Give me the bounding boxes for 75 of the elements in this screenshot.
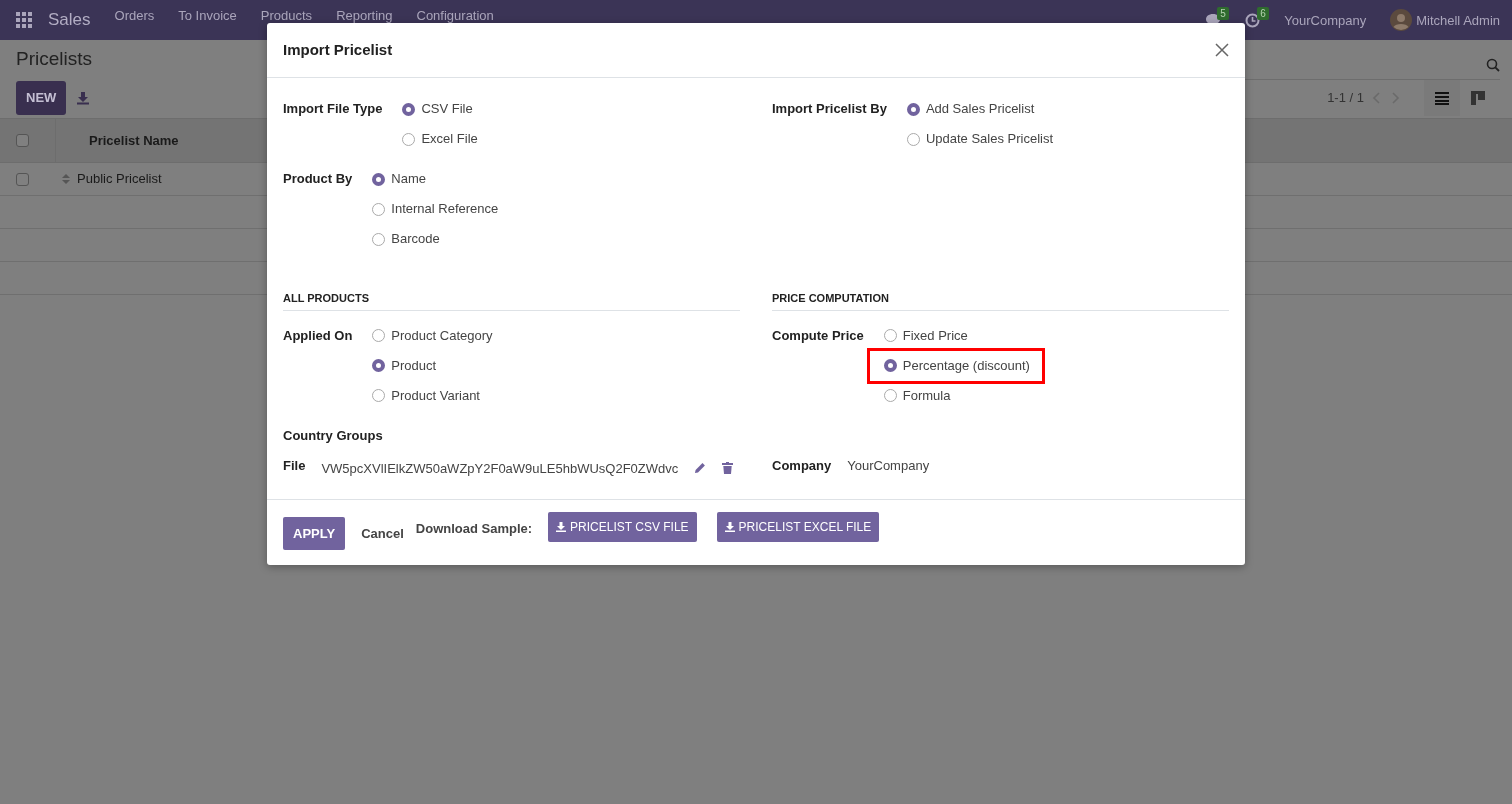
radio-option[interactable]: Excel File	[398, 124, 482, 154]
page-title: Pricelists	[16, 46, 92, 71]
download-icon	[724, 521, 735, 532]
download-icon[interactable]	[76, 91, 91, 105]
section-heading: PRICE COMPUTATION	[772, 290, 1229, 311]
radio-button[interactable]	[883, 389, 897, 402]
radio-button[interactable]	[372, 329, 386, 342]
menu-item[interactable]: Orders	[114, 7, 155, 23]
kanban-view-icon	[1471, 91, 1485, 105]
radio-button[interactable]	[372, 389, 386, 402]
user-name[interactable]: Mitchell Admin	[1416, 12, 1500, 28]
field-label: Compute Price	[772, 326, 864, 345]
column-header[interactable]: Pricelist Name	[89, 130, 179, 151]
table-cell-text: Public Pricelist	[77, 170, 162, 189]
radio-option[interactable]: Internal Reference	[368, 194, 503, 224]
radio-button[interactable]	[372, 359, 386, 372]
activity-count-badge: 6	[1257, 6, 1269, 20]
radio-option[interactable]: Add Sales Pricelist	[902, 94, 1058, 124]
radio-button[interactable]	[402, 102, 416, 116]
radio-option[interactable]: CSV File	[398, 94, 482, 124]
radio-button[interactable]	[883, 329, 897, 342]
new-button[interactable]: NEW	[16, 81, 67, 115]
user-avatar-icon[interactable]	[1390, 9, 1413, 31]
company-switcher[interactable]: YourCompany	[1284, 12, 1367, 28]
radio-button[interactable]	[372, 172, 386, 186]
radio-option[interactable]: Formula	[879, 380, 1042, 411]
download-icon	[556, 521, 567, 532]
field-label: Import File Type	[283, 100, 383, 118]
drag-handle-icon[interactable]	[62, 174, 70, 184]
radio-option[interactable]: Product	[368, 350, 497, 381]
download-sample-button[interactable]: PRICELIST EXCEL FILE	[716, 511, 880, 542]
radio-option[interactable]: Product Variant	[368, 380, 497, 411]
list-view-icon	[1435, 91, 1449, 105]
list-view-button[interactable]	[1424, 80, 1460, 116]
radio-option[interactable]: Name	[368, 164, 503, 194]
field-label: Country Groups	[283, 426, 383, 445]
menu-item[interactable]: Products	[260, 7, 313, 23]
apply-button[interactable]: APPLY	[283, 516, 346, 550]
close-icon[interactable]	[1215, 43, 1229, 57]
radio-button[interactable]	[906, 102, 920, 116]
radio-button[interactable]	[372, 232, 386, 246]
radio-option[interactable]: Barcode	[368, 224, 503, 254]
field-label: Applied On	[283, 326, 353, 345]
field-label: File	[283, 456, 306, 475]
radio-button[interactable]	[402, 132, 416, 146]
download-sample-label: Download Sample:	[415, 519, 533, 538]
radio-button[interactable]	[372, 202, 386, 216]
radio-option[interactable]: Product Category	[368, 320, 497, 351]
file-name: VW5pcXVlIElkZW50aWZpY2F0aW9uLE5hbWUsQ2F0ZWdvc	[321, 459, 679, 478]
radio-button[interactable]	[906, 132, 920, 146]
dialog-title: Import Pricelist	[283, 39, 393, 60]
radio-button[interactable]	[883, 359, 897, 372]
radio-option[interactable]: Fixed Price	[879, 320, 1042, 351]
apps-menu-icon[interactable]	[16, 12, 32, 28]
field-label: Product By	[283, 170, 353, 188]
radio-option[interactable]: Update Sales Pricelist	[902, 124, 1058, 154]
menu-item[interactable]: Reporting	[336, 7, 393, 23]
app-name[interactable]: Sales	[48, 7, 91, 33]
message-count-badge: 5	[1217, 7, 1229, 20]
field-label: Company	[772, 456, 832, 475]
cancel-button[interactable]: Cancel	[361, 523, 404, 543]
menu-item[interactable]: To Invoice	[178, 7, 237, 23]
field-label: Import Pricelist By	[772, 100, 887, 118]
radio-option[interactable]: Percentage (discount)	[869, 350, 1042, 381]
select-all-checkbox[interactable]	[16, 134, 29, 147]
clock-icon[interactable]	[1245, 12, 1261, 28]
field-value: YourCompany	[847, 456, 930, 475]
pencil-icon[interactable]	[694, 462, 707, 475]
trash-icon[interactable]	[722, 462, 734, 475]
menu-item[interactable]: Configuration	[416, 7, 494, 23]
row-checkbox[interactable]	[16, 172, 29, 186]
pager-text: 1-1 / 1	[1327, 89, 1364, 108]
section-heading: ALL PRODUCTS	[283, 290, 740, 311]
search-icon[interactable]	[1486, 57, 1500, 72]
download-sample-button[interactable]: PRICELIST CSV FILE	[548, 511, 697, 542]
